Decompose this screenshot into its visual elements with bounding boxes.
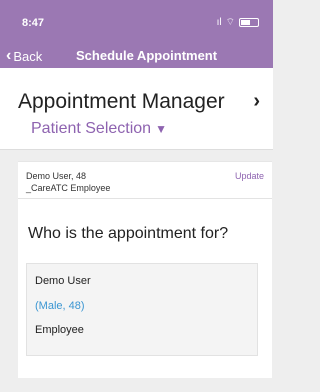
battery-icon: [239, 18, 259, 27]
patient-type: _CareATC Employee: [26, 183, 111, 193]
patient-name: Demo User, 48: [26, 171, 87, 181]
chevron-left-icon: ‹: [6, 47, 12, 64]
navigation-bar: ‹ Back Schedule Appointment: [0, 44, 273, 68]
chevron-right-icon[interactable]: ›: [253, 90, 260, 113]
wifi-icon: ⌔: [225, 17, 235, 28]
appointment-card: Demo User, 48 _CareATC Employee Update W…: [18, 161, 272, 378]
option-role: Employee: [35, 324, 84, 336]
signal-icon: ıl: [216, 17, 222, 28]
status-bar: 8:47 ıl ⌔: [0, 0, 273, 44]
page-header: Appointment Manager › Patient Selection …: [0, 68, 273, 150]
back-label: Back: [13, 48, 43, 64]
back-button[interactable]: ‹ Back: [6, 47, 42, 65]
page-title: Appointment Manager: [18, 90, 225, 113]
option-name: Demo User: [35, 275, 91, 287]
status-time: 8:47: [22, 17, 45, 29]
selector-label: Patient Selection: [31, 120, 152, 137]
status-icons: ıl ⌔: [217, 16, 259, 29]
update-link[interactable]: Update: [235, 171, 264, 181]
caret-down-icon: ▼: [155, 122, 167, 136]
header-divider: [0, 149, 273, 150]
nav-title: Schedule Appointment: [76, 48, 218, 63]
card-divider: [18, 198, 272, 199]
option-info: (Male, 48): [35, 300, 85, 312]
patient-option[interactable]: Demo User (Male, 48) Employee: [26, 263, 258, 356]
patient-selection-dropdown[interactable]: Patient Selection ▼: [31, 120, 167, 138]
question-heading: Who is the appointment for?: [28, 225, 229, 242]
